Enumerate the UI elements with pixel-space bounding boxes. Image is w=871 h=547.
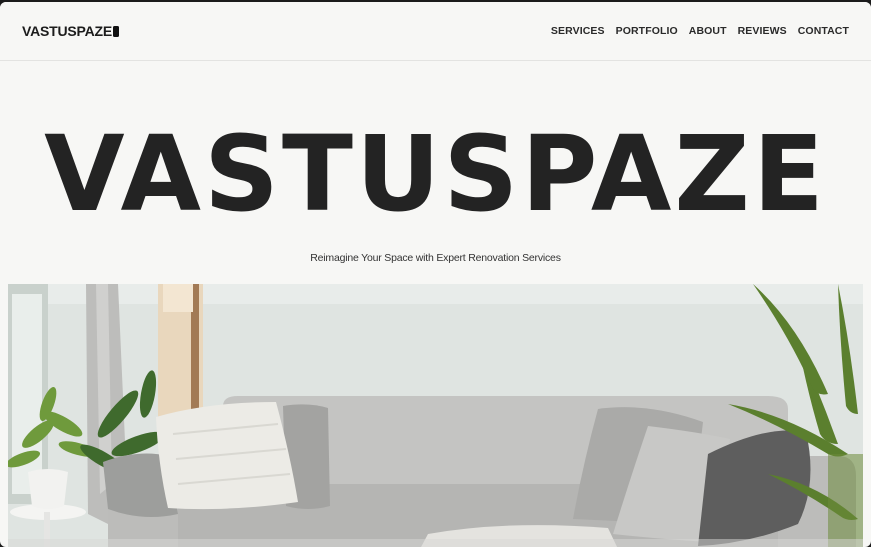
nav-about-link[interactable]: ABOUT xyxy=(689,25,727,37)
living-room-illustration xyxy=(8,284,863,547)
nav-services-link[interactable]: SERVICES xyxy=(551,25,605,37)
site-logo[interactable]: VASTUSPAZE xyxy=(22,23,120,39)
logo-mark-icon xyxy=(113,25,120,37)
nav-contact-link[interactable]: CONTACT xyxy=(798,25,849,37)
logo-text: VASTUSPAZE xyxy=(22,23,113,39)
hero-image xyxy=(8,284,863,547)
hero-title: VASTUSPAZE xyxy=(44,113,827,235)
nav-portfolio-link[interactable]: PORTFOLIO xyxy=(616,25,678,37)
nav-reviews-link[interactable]: REVIEWS xyxy=(738,25,787,37)
hero-subtitle: Reimagine Your Space with Expert Renovat… xyxy=(310,252,561,264)
site-header: VASTUSPAZE SERVICES PORTFOLIO ABOUT REVI… xyxy=(0,2,871,61)
browser-viewport: VASTUSPAZE SERVICES PORTFOLIO ABOUT REVI… xyxy=(0,2,871,547)
main-nav: SERVICES PORTFOLIO ABOUT REVIEWS CONTACT xyxy=(551,25,849,37)
